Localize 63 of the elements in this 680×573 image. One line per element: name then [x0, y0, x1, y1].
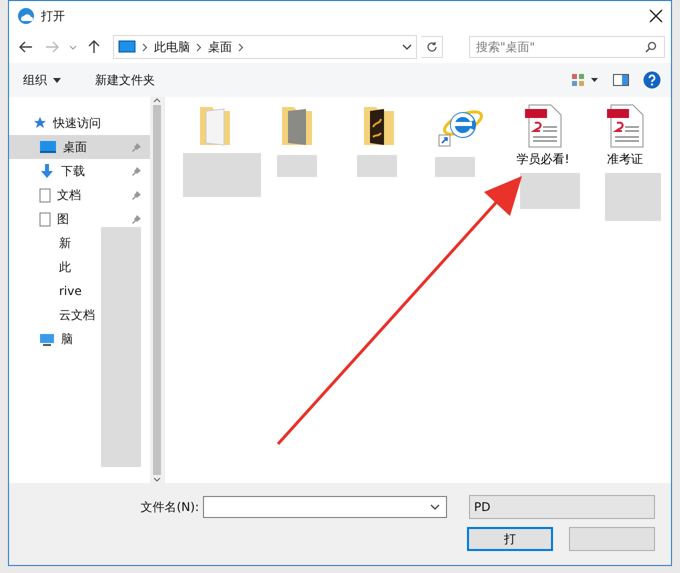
back-arrow-icon: [19, 41, 33, 53]
filename-field[interactable]: [203, 496, 447, 518]
chevron-icon: [142, 42, 148, 52]
sidebar-item[interactable]: 快速访问: [9, 111, 150, 135]
scrollbar[interactable]: [150, 97, 164, 483]
open-button[interactable]: 打: [467, 527, 553, 551]
pixelated-blur: [605, 173, 661, 221]
preview-pane-icon[interactable]: [613, 74, 629, 86]
new-folder-button[interactable]: 新建文件夹: [91, 70, 159, 90]
search-icon: [645, 41, 657, 53]
sidebar-item[interactable]: 脑: [9, 327, 150, 351]
pixelated-blur: [435, 157, 475, 177]
pin-icon[interactable]: [131, 166, 142, 176]
pin-icon[interactable]: [131, 190, 142, 200]
refresh-icon: [426, 41, 438, 53]
breadcrumb[interactable]: 此电脑: [154, 38, 190, 56]
caret-icon: [53, 78, 61, 82]
view-options-icon[interactable]: [571, 73, 599, 87]
scroll-down-icon[interactable]: [153, 477, 161, 483]
filename-label: 文件名(N):: [140, 498, 199, 516]
file-item[interactable]: 学员必看!: [513, 103, 573, 168]
breadcrumb[interactable]: 桌面: [208, 38, 232, 56]
pixelated-blur: [357, 155, 397, 177]
window-title: 打开: [41, 8, 65, 24]
document-icon: [39, 212, 51, 226]
computer-icon: [39, 332, 55, 346]
dropdown-icon[interactable]: [402, 44, 412, 50]
pdf-file-icon: [605, 103, 645, 149]
search-field[interactable]: 搜索"桌面": [469, 36, 665, 58]
sidebar-item[interactable]: 文档: [9, 183, 150, 207]
file-name: 学员必看!: [516, 151, 570, 168]
file-item[interactable]: 准考证: [595, 103, 655, 168]
organize-button[interactable]: 组织: [19, 70, 65, 90]
app-icon: [17, 7, 35, 25]
file-type-dropdown[interactable]: PD: [469, 495, 655, 519]
dropdown-icon: [430, 504, 440, 510]
computer-icon: [118, 40, 136, 54]
pixelated-blur: [277, 155, 317, 177]
sidebar-item[interactable]: 图: [9, 207, 150, 231]
chevron-icon: [196, 42, 202, 52]
file-name: 准考证: [607, 151, 643, 168]
sidebar-item[interactable]: 桌面: [9, 135, 150, 159]
address-bar[interactable]: 此电脑 桌面: [113, 35, 417, 59]
pixelated-blur: [520, 173, 580, 209]
refresh-button[interactable]: [421, 36, 443, 58]
desktop-icon: [39, 140, 57, 154]
help-icon[interactable]: [643, 71, 661, 89]
chevron-icon: [238, 42, 244, 52]
sidebar-item[interactable]: 新: [9, 231, 150, 255]
up-arrow-icon: [88, 40, 100, 54]
star-icon: [33, 116, 47, 130]
scroll-up-icon[interactable]: [153, 97, 161, 103]
forward-arrow-icon: [45, 41, 59, 53]
close-icon: [649, 9, 663, 23]
sidebar-item[interactable]: 此: [9, 255, 150, 279]
download-icon: [39, 163, 55, 179]
chevron-down-icon: [69, 44, 77, 50]
pin-icon[interactable]: [131, 214, 142, 224]
pdf-file-icon: [523, 103, 563, 149]
sidebar-item[interactable]: rive: [9, 279, 150, 303]
sidebar-item[interactable]: 云文档: [9, 303, 150, 327]
sidebar-item[interactable]: 下载: [9, 159, 150, 183]
document-icon: [39, 188, 51, 202]
